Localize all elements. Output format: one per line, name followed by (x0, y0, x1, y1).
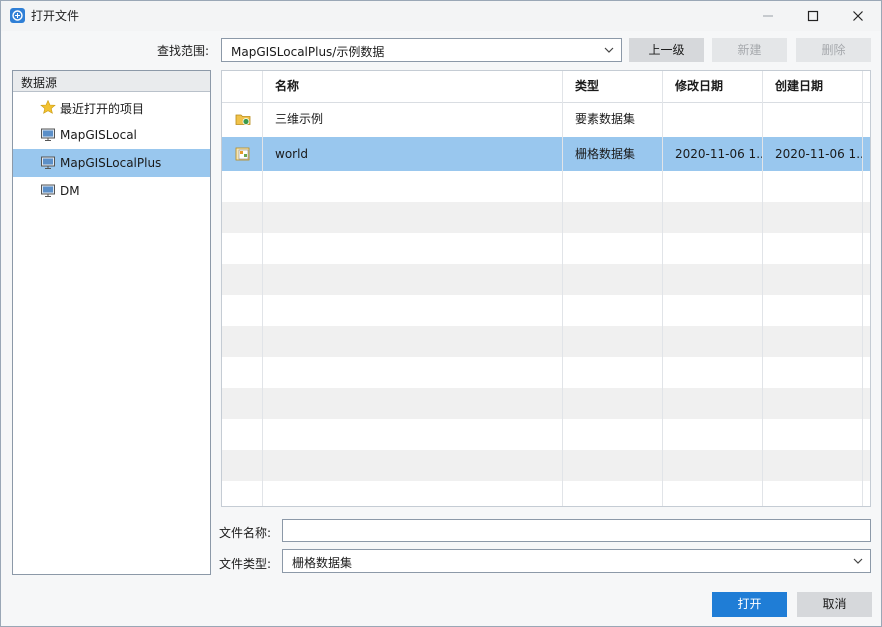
sidebar-item-label: MapGISLocalPlus (60, 156, 162, 170)
app-logo-icon (10, 8, 25, 23)
sidebar-item-mapgislocalplus[interactable]: MapGISLocalPlus (13, 149, 210, 177)
up-level-button[interactable]: 上一级 (629, 38, 704, 62)
file-list-table: 三维示例 要素数据集 world 栅格数据集 2020-11-06 1... 2… (221, 70, 871, 507)
sidebar-item-label: DM (60, 184, 80, 198)
feature-dataset-folder-icon (235, 111, 251, 127)
datasource-panel: 数据源 最近打开的项目 MapGISLocal MapGISLocalPlus (12, 70, 211, 575)
empty-row (222, 264, 870, 295)
delete-button[interactable]: 删除 (796, 38, 871, 62)
filename-label: 文件名称: (219, 526, 272, 540)
empty-row (222, 357, 870, 388)
empty-row (222, 450, 870, 481)
computer-icon (40, 184, 56, 198)
datasource-header: 数据源 (13, 71, 210, 92)
title-bar: 打开文件 (1, 1, 881, 31)
cell-created: 2020-11-06 1... (775, 147, 863, 161)
table-row[interactable]: 三维示例 要素数据集 (222, 102, 870, 136)
sidebar-item-label: 最近打开的项目 (60, 102, 145, 116)
star-icon (40, 99, 56, 114)
new-button[interactable]: 新建 (712, 38, 787, 62)
column-divider (662, 71, 663, 506)
sidebar-item-recent[interactable]: 最近打开的项目 (13, 93, 210, 121)
close-button[interactable] (835, 1, 881, 31)
empty-row (222, 419, 870, 450)
sidebar-item-dm[interactable]: DM (13, 177, 210, 205)
table-row[interactable]: world 栅格数据集 2020-11-06 1... 2020-11-06 1… (222, 137, 870, 171)
empty-row (222, 233, 870, 264)
column-divider (262, 71, 263, 506)
chevron-down-icon (603, 44, 615, 59)
cell-name: 三维示例 (275, 112, 324, 126)
filename-input[interactable] (282, 519, 871, 542)
chevron-down-icon (852, 555, 864, 570)
lookin-value: MapGISLocalPlus/示例数据 (231, 45, 385, 59)
sidebar-item-mapgislocal[interactable]: MapGISLocal (13, 121, 210, 149)
cell-created (775, 102, 863, 136)
filetype-combobox[interactable]: 栅格数据集 (282, 549, 871, 573)
minimize-button[interactable] (745, 1, 791, 31)
column-header-type[interactable]: 类型 (575, 71, 599, 102)
empty-row (222, 481, 870, 506)
maximize-button[interactable] (790, 1, 836, 31)
empty-row (222, 388, 870, 419)
column-header-created[interactable]: 创建日期 (775, 71, 823, 102)
empty-row (222, 295, 870, 326)
computer-icon (40, 156, 56, 170)
filetype-label: 文件类型: (219, 557, 272, 571)
cell-name: world (275, 147, 309, 161)
sidebar-item-label: MapGISLocal (60, 128, 137, 142)
open-file-dialog: 打开文件 查找范围: MapGISLocalPlus/示例数据 上一级 新建 删… (0, 0, 882, 627)
filetype-value: 栅格数据集 (292, 556, 353, 570)
cell-modified (675, 102, 763, 136)
cell-modified: 2020-11-06 1... (675, 147, 763, 161)
raster-dataset-icon (235, 146, 251, 162)
column-header-name[interactable]: 名称 (275, 71, 299, 102)
column-divider (562, 71, 563, 506)
lookin-combobox[interactable]: MapGISLocalPlus/示例数据 (221, 38, 622, 62)
cell-type: 要素数据集 (575, 112, 636, 126)
column-header-modified[interactable]: 修改日期 (675, 71, 723, 102)
computer-icon (40, 128, 56, 142)
table-header: 名称 类型 修改日期 创建日期 (222, 71, 870, 103)
open-button[interactable]: 打开 (712, 592, 787, 617)
empty-row (222, 326, 870, 357)
lookin-label: 查找范围: (157, 44, 210, 58)
empty-row (222, 171, 870, 202)
column-divider (762, 71, 763, 506)
cancel-button[interactable]: 取消 (797, 592, 872, 617)
window-title: 打开文件 (31, 9, 80, 23)
cell-type: 栅格数据集 (575, 147, 636, 161)
column-divider (862, 71, 863, 506)
empty-row (222, 202, 870, 233)
